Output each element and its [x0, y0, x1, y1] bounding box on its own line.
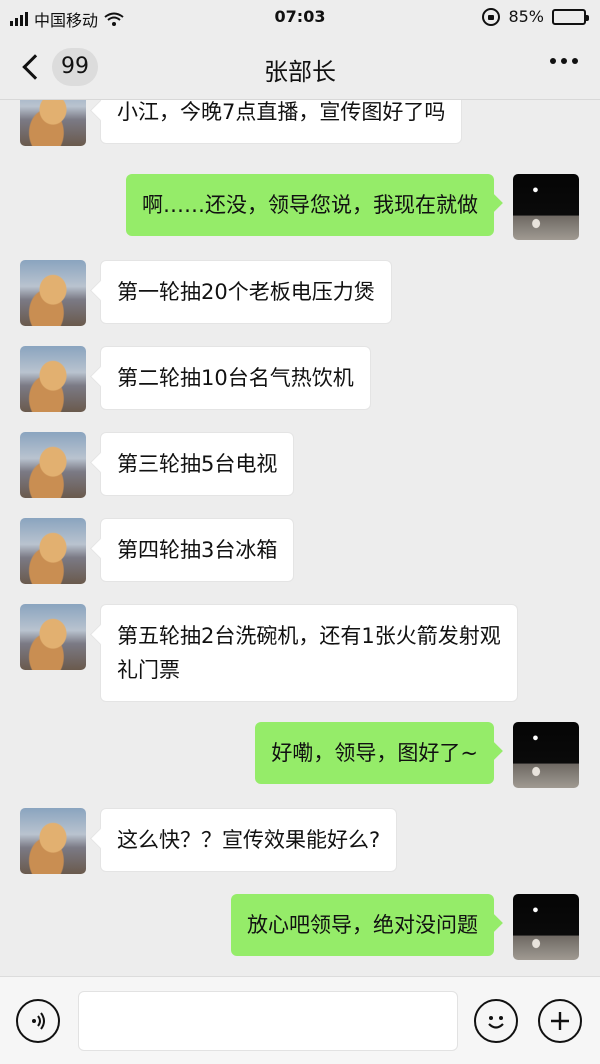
chat-header: 99 张部长	[0, 34, 600, 100]
message-bubble[interactable]: 小江，今晚7点直播，宣传图好了吗	[100, 100, 463, 144]
contact-avatar[interactable]	[20, 346, 86, 412]
message-bubble[interactable]: 啊……还没，领导您说，我现在就做	[126, 174, 494, 236]
rotation-lock-icon	[482, 7, 501, 26]
moon-photo	[513, 722, 579, 788]
contact-avatar[interactable]	[20, 604, 86, 670]
emoji-icon[interactable]	[474, 999, 518, 1043]
moon-photo	[513, 174, 579, 240]
input-bar	[0, 976, 600, 1064]
status-right: 85%	[482, 7, 589, 26]
message-input[interactable]	[78, 991, 458, 1051]
battery-icon	[552, 8, 589, 25]
my-avatar[interactable]	[513, 722, 579, 788]
contact-avatar[interactable]	[20, 260, 86, 326]
dog-photo	[20, 604, 86, 670]
contact-avatar[interactable]	[20, 808, 86, 874]
moon-photo	[513, 894, 579, 960]
status-bar: 中国移动 07:03 85%	[0, 0, 600, 34]
voice-icon[interactable]	[16, 999, 60, 1043]
my-avatar[interactable]	[513, 894, 579, 960]
my-avatar[interactable]	[513, 174, 579, 240]
dog-photo	[20, 808, 86, 874]
dog-photo	[20, 260, 86, 326]
message-bubble[interactable]: 第一轮抽20个老板电压力煲	[100, 260, 392, 324]
contact-avatar[interactable]	[20, 100, 86, 146]
message-bubble[interactable]: 第三轮抽5台电视	[100, 432, 295, 496]
message-bubble[interactable]: 第二轮抽10台名气热饮机	[100, 346, 371, 410]
message-bubble[interactable]: 放心吧领导，绝对没问题	[231, 894, 494, 956]
message-bubble[interactable]: 第五轮抽2台洗碗机，还有1张火箭发射观 礼门票	[100, 604, 518, 702]
dog-photo	[20, 346, 86, 412]
message-list[interactable]: 小江，今晚7点直播，宣传图好了吗啊……还没，领导您说，我现在就做第一轮抽20个老…	[0, 100, 600, 976]
message-bubble[interactable]: 好嘞，领导，图好了~	[255, 722, 494, 784]
chat-title: 张部长	[264, 58, 336, 86]
contact-avatar[interactable]	[20, 518, 86, 584]
more-dots-icon[interactable]	[550, 58, 578, 64]
message-bubble[interactable]: 第四轮抽3台冰箱	[100, 518, 295, 582]
message-bubble[interactable]: 这么快？？宣传效果能好么?	[100, 808, 398, 872]
dog-photo	[20, 432, 86, 498]
contact-avatar[interactable]	[20, 432, 86, 498]
dog-photo	[20, 518, 86, 584]
plus-icon[interactable]	[538, 999, 582, 1043]
dog-photo	[20, 100, 86, 146]
battery-percent: 85%	[508, 7, 544, 26]
